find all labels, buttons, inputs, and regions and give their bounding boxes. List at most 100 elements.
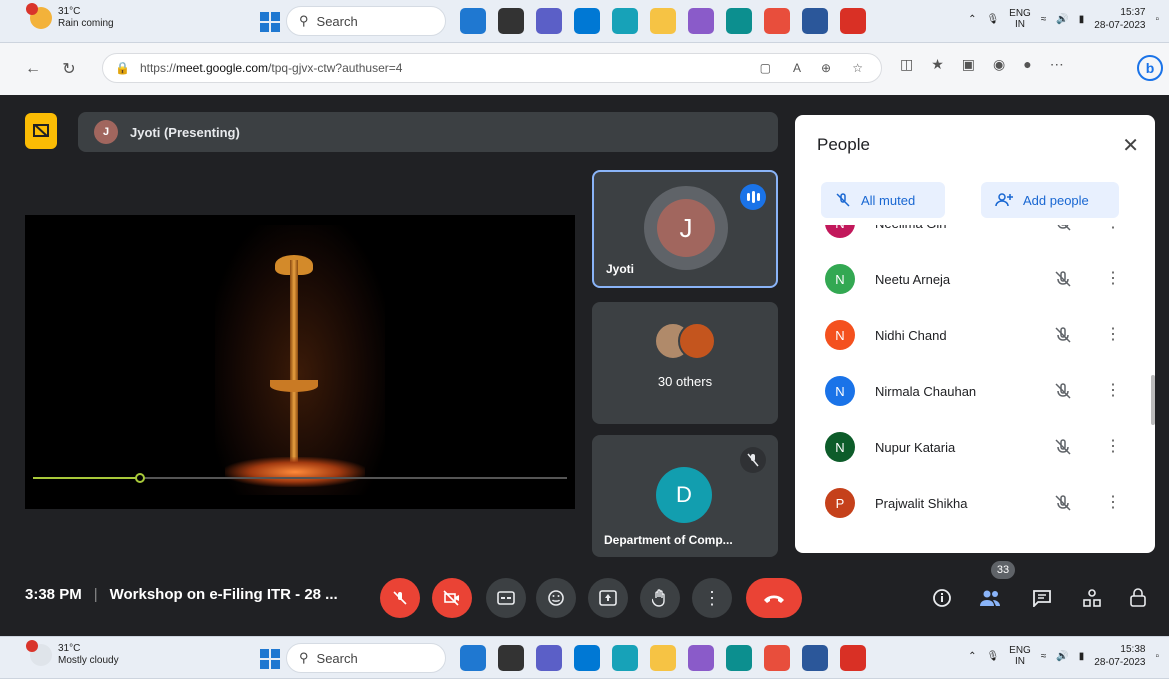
language-indicator[interactable]: ENG IN (1009, 8, 1031, 30)
read-aloud-icon[interactable]: A (793, 61, 801, 75)
more-vert-icon[interactable]: ⋮ (1105, 383, 1121, 399)
refresh-icon[interactable]: ↻ (56, 56, 82, 82)
wifi-icon[interactable]: ≈ (1041, 14, 1047, 25)
clock[interactable]: 15:38 28-07-2023 (1094, 643, 1145, 669)
app-icon[interactable] (612, 8, 638, 34)
file-explorer-icon[interactable] (650, 645, 676, 671)
participant-row[interactable]: N Nirmala Chauhan ⋮ (795, 363, 1141, 419)
chat-button[interactable] (1028, 584, 1056, 612)
acrobat-icon[interactable] (840, 8, 866, 34)
mail-icon[interactable] (574, 645, 600, 671)
teams-icon[interactable] (536, 8, 562, 34)
taskbar-search[interactable]: ⚲ Search (286, 6, 446, 36)
notification-icon[interactable]: ▫ (1155, 14, 1159, 25)
more-menu-icon[interactable]: ⋯ (1050, 56, 1064, 73)
app-icon[interactable] (764, 645, 790, 671)
scrollbar[interactable] (1151, 375, 1155, 425)
bing-app-icon[interactable] (460, 8, 486, 34)
bing-chat-icon[interactable]: b (1137, 55, 1163, 81)
activities-button[interactable] (1078, 584, 1106, 612)
app-icon[interactable] (688, 645, 714, 671)
more-vert-icon[interactable]: ⋮ (1105, 225, 1121, 231)
leave-call-button[interactable] (746, 578, 802, 618)
avatar: N (825, 225, 855, 238)
battery-icon[interactable]: ▮ (1079, 651, 1085, 662)
app-icon[interactable] (612, 645, 638, 671)
volume-icon[interactable]: 🔊 (1056, 14, 1068, 25)
clock[interactable]: 15:37 28-07-2023 (1094, 6, 1145, 32)
more-vert-icon[interactable]: ⋮ (1105, 439, 1121, 455)
language-indicator[interactable]: ENG IN (1009, 645, 1031, 667)
task-view-icon[interactable] (498, 8, 524, 34)
acrobat-icon[interactable] (840, 645, 866, 671)
more-vert-icon[interactable]: ⋮ (1105, 327, 1121, 343)
extensions-icon[interactable]: ◉ (993, 56, 1005, 73)
microphone-icon[interactable]: 🎙 (986, 651, 999, 662)
bing-app-icon[interactable] (460, 645, 486, 671)
participant-row[interactable]: N Neelima Giri ⋮ (795, 225, 1141, 251)
notification-icon[interactable]: ▫ (1155, 651, 1159, 662)
participant-row[interactable]: N Nupur Kataria ⋮ (795, 419, 1141, 475)
more-vert-icon[interactable]: ⋮ (1105, 271, 1121, 287)
weather-widget[interactable]: 31°C Mostly cloudy (26, 640, 119, 667)
word-icon[interactable] (802, 645, 828, 671)
collections-icon[interactable]: ▣ (962, 56, 975, 73)
profile-icon[interactable]: ● (1023, 56, 1031, 73)
meeting-title[interactable]: Workshop on e-Filing ITR - 28 ... (110, 586, 338, 603)
microphone-icon[interactable]: 🎙 (986, 14, 999, 25)
favorite-star-icon[interactable]: ☆ (852, 61, 863, 75)
more-vert-icon[interactable]: ⋮ (1105, 495, 1121, 511)
add-people-button[interactable]: Add people (981, 182, 1119, 218)
taskbar-search[interactable]: ⚲ Search (286, 643, 446, 673)
mail-icon[interactable] (574, 8, 600, 34)
teams-icon[interactable] (536, 645, 562, 671)
volume-icon[interactable]: 🔊 (1056, 651, 1068, 662)
camera-toggle-button[interactable] (432, 578, 472, 618)
video-progress-knob[interactable] (134, 473, 145, 483)
people-button[interactable] (976, 584, 1004, 612)
zoom-icon[interactable]: ⊕ (821, 61, 831, 75)
edge-icon[interactable] (726, 8, 752, 34)
raise-hand-button[interactable] (640, 578, 680, 618)
all-muted-button[interactable]: All muted (821, 182, 945, 218)
weather-widget[interactable]: 31°C Rain coming (26, 3, 114, 30)
presentation-video[interactable] (25, 215, 575, 509)
present-button[interactable] (588, 578, 628, 618)
chevron-up-icon[interactable]: ⌃ (968, 14, 976, 25)
wifi-icon[interactable]: ≈ (1041, 651, 1047, 662)
file-explorer-icon[interactable] (650, 8, 676, 34)
close-icon[interactable]: ✕ (1122, 133, 1139, 158)
video-progress-bar[interactable] (33, 473, 567, 483)
camera-icon[interactable]: ▢ (760, 61, 771, 75)
word-icon[interactable] (802, 8, 828, 34)
windows-start-icon[interactable] (260, 649, 280, 669)
address-bar[interactable]: 🔒 https://meet.google.com/tpq-gjvx-ctw?a… (102, 53, 882, 83)
meeting-details-button[interactable] (928, 584, 956, 612)
participant-row[interactable]: N Nidhi Chand ⋮ (795, 307, 1141, 363)
task-view-icon[interactable] (498, 645, 524, 671)
split-screen-icon[interactable]: ◫ (900, 56, 913, 73)
participant-name: Nidhi Chand (875, 327, 947, 343)
more-options-button[interactable]: ⋮ (692, 578, 732, 618)
host-controls-button[interactable] (1124, 584, 1152, 612)
battery-icon[interactable]: ▮ (1079, 14, 1085, 25)
windows-start-icon[interactable] (260, 12, 280, 32)
department-tile[interactable]: D Department of Comp... (592, 435, 778, 557)
others-tile[interactable]: 30 others (592, 302, 778, 424)
app-icon[interactable] (764, 8, 790, 34)
clock-date: 28-07-2023 (1094, 657, 1146, 668)
captions-button[interactable] (486, 578, 526, 618)
chevron-up-icon[interactable]: ⌃ (968, 651, 976, 662)
speaker-tile[interactable]: J Jyoti (592, 170, 778, 288)
edge-icon[interactable] (726, 645, 752, 671)
speaker-name: Jyoti (606, 262, 635, 276)
reactions-button[interactable] (536, 578, 576, 618)
participant-row[interactable]: N Neetu Arneja ⋮ (795, 251, 1141, 307)
favorites-icon[interactable]: ★ (931, 56, 944, 73)
presentation-icon[interactable] (25, 113, 57, 149)
back-icon[interactable]: ← (20, 56, 46, 82)
raise-hand-icon (652, 589, 665, 607)
mic-toggle-button[interactable] (380, 578, 420, 618)
app-icon[interactable] (688, 8, 714, 34)
participant-row[interactable]: P Prajwalit Shikha ⋮ (795, 475, 1141, 531)
